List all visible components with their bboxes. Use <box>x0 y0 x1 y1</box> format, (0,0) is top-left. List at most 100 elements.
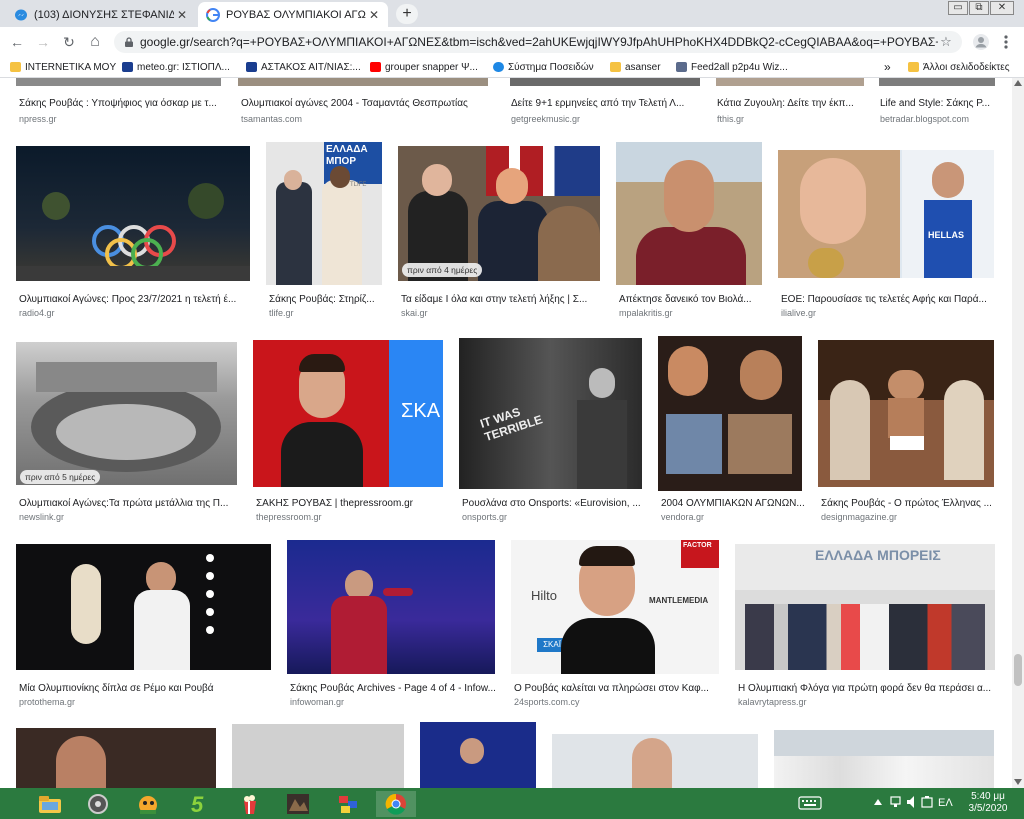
bookmark-feed2all[interactable]: Feed2all p2p4u Wiz... <box>676 58 788 76</box>
result-image[interactable]: IT WAS TERRIBLE <box>459 338 642 489</box>
tab-google-images[interactable]: ΡΟΥΒΑΣ ΟΛΥΜΠΙΑΚΟΙ ΑΓΩΝΕΣ ✕ <box>198 2 388 27</box>
wheel-app-icon[interactable] <box>84 791 112 817</box>
result-source[interactable]: newslink.gr <box>19 512 64 522</box>
result-title[interactable]: Σάκης Ρουβάς : Υποψήφιος για όσκαρ με τ.… <box>19 98 224 109</box>
result-image[interactable] <box>552 734 758 788</box>
forward-button[interactable]: → <box>34 33 52 51</box>
tab-facebook[interactable]: (103) ΔΙΟΝΥΣΗΣ ΣΤΕΦΑΝΙΔΑΚΗΣ ✕ <box>6 2 196 27</box>
tab-close-icon[interactable]: ✕ <box>174 8 190 22</box>
result-title[interactable]: Δείτε 9+1 ερμηνείες από την Τελετή Λ... <box>511 98 701 109</box>
result-title[interactable]: Κάτια Ζυγουλη: Δείτε την έκπ... <box>717 98 865 109</box>
result-image[interactable] <box>658 336 802 491</box>
result-image[interactable] <box>16 78 221 86</box>
result-source[interactable]: skai.gr <box>401 308 428 318</box>
bookmarks-overflow-button[interactable]: » <box>884 58 891 76</box>
result-source[interactable]: 24sports.com.cy <box>514 697 580 707</box>
result-image[interactable] <box>716 78 864 86</box>
result-image[interactable] <box>510 78 700 86</box>
bookmark-grouper[interactable]: grouper snapper Ψ... <box>370 58 478 76</box>
bookmark-meteo[interactable]: meteo.gr: ΙΣΤΙΟΠΛ... <box>122 58 230 76</box>
bookmark-star-icon[interactable]: ☆ <box>938 34 954 50</box>
result-title[interactable]: Ολυμπιακοί αγώνες 2004 - Τσαμαντάς Θεσπρ… <box>241 98 491 109</box>
result-title[interactable]: ΕΟΕ: Παρουσίασε τις τελετές Αφής και Παρ… <box>781 294 996 305</box>
bookmark-internetika[interactable]: INTERNETIKA MOY <box>10 58 116 76</box>
keyboard-icon[interactable] <box>798 795 822 811</box>
result-title[interactable]: Life and Style: Σάκης Ρ... <box>880 98 996 109</box>
result-image[interactable] <box>287 540 495 674</box>
result-title[interactable]: Απέκτησε δανεικό τον Βιολά... <box>619 294 765 305</box>
result-image[interactable] <box>818 340 994 487</box>
result-image[interactable] <box>420 722 536 788</box>
result-image[interactable] <box>238 78 488 86</box>
result-image[interactable] <box>774 730 994 788</box>
result-image[interactable]: πριν από 4 ημέρες <box>398 146 600 281</box>
scroll-up-icon[interactable] <box>1014 80 1022 86</box>
result-source[interactable]: fthis.gr <box>717 114 744 124</box>
result-title[interactable]: Σάκης Ρουβάς - Ο πρώτος Έλληνας ... <box>821 498 997 509</box>
result-title[interactable]: Ο Ρουβάς καλείται να πληρώσει στον Καφ..… <box>514 683 719 694</box>
bookmark-astakos[interactable]: ΑΣΤΑΚΟΣ ΑΙΤ/ΝΙΑΣ:... <box>246 58 361 76</box>
result-title[interactable]: Η Ολυμπιακή Φλόγα για πρώτη φορά δεν θα … <box>738 683 996 694</box>
file-explorer-icon[interactable] <box>36 791 64 817</box>
result-source[interactable]: npress.gr <box>19 114 57 124</box>
result-title[interactable]: Ρουσλάνα στο Onsports: «Eurovision, ... <box>462 498 644 509</box>
result-title[interactable]: ΣΑΚΗΣ ΡΟΥΒΑΣ | thepressroom.gr <box>256 498 446 509</box>
result-source[interactable]: onsports.gr <box>462 512 507 522</box>
volume-icon[interactable] <box>906 795 918 809</box>
close-window-button[interactable]: ✕ <box>990 1 1014 15</box>
result-title[interactable]: 2004 ΟΛΥΜΠΙΑΚΩΝ ΑΓΩΝΩΝ... <box>661 498 805 509</box>
result-image[interactable] <box>16 728 216 788</box>
result-image[interactable] <box>16 146 250 281</box>
result-source[interactable]: tsamantas.com <box>241 114 302 124</box>
result-source[interactable]: protothema.gr <box>19 697 75 707</box>
chrome-taskbar-button[interactable] <box>376 791 416 817</box>
url-text[interactable]: google.gr/search?q=+ΡΟΥΒΑΣ+ΟΛΥΜΠΙΑΚΟΙ+ΑΓ… <box>140 35 938 49</box>
game-app-icon[interactable] <box>134 791 162 817</box>
restore-button[interactable]: ⧉ <box>969 1 989 15</box>
battery-icon[interactable] <box>920 795 934 809</box>
result-source[interactable]: kalavrytapress.gr <box>738 697 807 707</box>
result-title[interactable]: Τα είδαμε Ι όλα και στην τελετή λήξης | … <box>401 294 601 305</box>
minimize-button[interactable]: ▭ <box>948 1 968 15</box>
result-image[interactable] <box>232 724 404 788</box>
s-app-icon[interactable]: 5 <box>186 791 214 817</box>
result-image[interactable]: FACTOR Hilto MANTLEMEDIA ΣΚΑΪ <box>511 540 719 674</box>
address-bar[interactable]: google.gr/search?q=+ΡΟΥΒΑΣ+ΟΛΥΜΠΙΑΚΟΙ+ΑΓ… <box>114 31 962 53</box>
system-clock[interactable]: 5:40 μμ 3/5/2020 <box>958 791 1018 817</box>
language-indicator[interactable]: ΕΛ <box>938 797 953 809</box>
result-source[interactable]: thepressroom.gr <box>256 512 322 522</box>
result-source[interactable]: designmagazine.gr <box>821 512 897 522</box>
result-source[interactable]: mpalakritis.gr <box>619 308 673 318</box>
result-image[interactable]: ΣΚΑ <box>253 340 443 487</box>
result-source[interactable]: betradar.blogspot.com <box>880 114 969 124</box>
tray-expand-icon[interactable] <box>874 799 882 805</box>
result-image[interactable]: HELLAS <box>778 150 994 278</box>
result-source[interactable]: ilialive.gr <box>781 308 816 318</box>
result-source[interactable]: infowoman.gr <box>290 697 344 707</box>
result-source[interactable]: tlife.gr <box>269 308 294 318</box>
result-image[interactable]: πριν από 5 ημέρες <box>16 342 237 485</box>
home-button[interactable]: ⌂ <box>86 33 104 51</box>
menu-dots-icon[interactable] <box>1002 34 1010 50</box>
popcorn-app-icon[interactable] <box>236 791 264 817</box>
scrollbar-thumb[interactable] <box>1014 654 1022 686</box>
result-title[interactable]: Ολυμπιακοί Αγώνες:Τα πρώτα μετάλλια της … <box>19 498 239 509</box>
network-icon[interactable] <box>890 795 904 809</box>
result-image[interactable]: ΕΛΛΑΔΑ ΜΠΟΡΕΙΣ <box>735 544 995 670</box>
other-bookmarks[interactable]: Άλλοι σελιδοδείκτες <box>908 58 1010 76</box>
result-image[interactable]: ΕΛΛΑΔΑ ΜΠΟΡ TLIFE <box>266 142 382 285</box>
tab-close-icon[interactable]: ✕ <box>366 8 382 22</box>
result-title[interactable]: Ολυμπιακοί Αγώνες: Προς 23/7/2021 η τελε… <box>19 294 249 305</box>
profile-avatar-icon[interactable] <box>972 33 990 51</box>
network-app-icon[interactable] <box>334 791 362 817</box>
result-source[interactable]: radio4.gr <box>19 308 55 318</box>
scroll-down-icon[interactable] <box>1014 779 1022 785</box>
result-title[interactable]: Μία Ολυμπιονίκης δίπλα σε Ρέμο και Ρουβά <box>19 683 274 694</box>
bookmark-poseidon[interactable]: Σύστημα Ποσειδών <box>493 58 594 76</box>
reload-button[interactable]: ↻ <box>60 33 78 51</box>
result-title[interactable]: Σάκης Ρουβάς Archives - Page 4 of 4 - In… <box>290 683 495 694</box>
result-image[interactable] <box>879 78 995 86</box>
result-title[interactable]: Σάκης Ρουβάς: Στηρίζ... <box>269 294 385 305</box>
back-button[interactable]: ← <box>8 33 26 51</box>
bookmark-asanser[interactable]: asanser <box>610 58 661 76</box>
